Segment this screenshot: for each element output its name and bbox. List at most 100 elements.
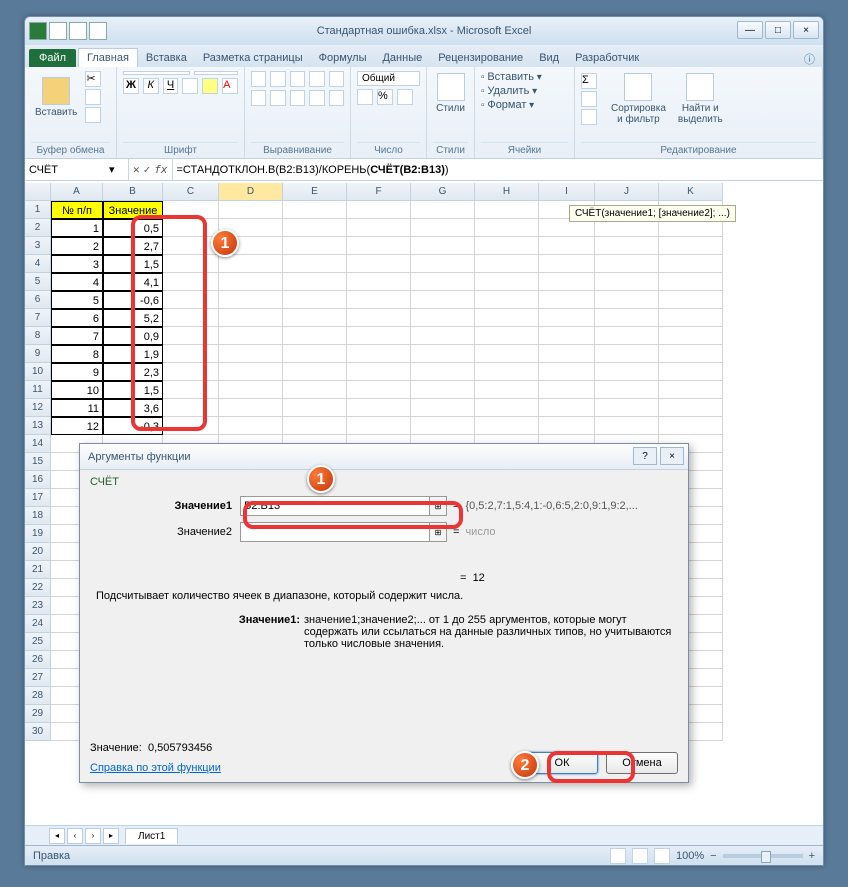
bold-button[interactable]: Ж bbox=[123, 78, 139, 94]
cell[interactable] bbox=[595, 291, 659, 309]
zoom-in-button[interactable]: + bbox=[809, 850, 815, 862]
paste-button[interactable]: Вставить bbox=[31, 75, 81, 120]
cell[interactable] bbox=[283, 417, 347, 435]
cell[interactable] bbox=[659, 327, 723, 345]
col-header-d[interactable]: D bbox=[219, 183, 283, 200]
cell[interactable] bbox=[659, 381, 723, 399]
row-header[interactable]: 2 bbox=[25, 219, 51, 237]
cell[interactable]: 11 bbox=[51, 399, 103, 417]
sheet-nav-first[interactable]: ◂ bbox=[49, 828, 65, 844]
cell[interactable] bbox=[659, 363, 723, 381]
row-header[interactable]: 22 bbox=[25, 579, 51, 597]
row-header[interactable]: 4 bbox=[25, 255, 51, 273]
cell[interactable] bbox=[595, 399, 659, 417]
row-header[interactable]: 9 bbox=[25, 345, 51, 363]
arg1-range-button[interactable]: ⊞ bbox=[429, 496, 447, 516]
cell[interactable] bbox=[659, 255, 723, 273]
cell[interactable] bbox=[347, 255, 411, 273]
row-header[interactable]: 16 bbox=[25, 471, 51, 489]
fill-color-icon[interactable] bbox=[202, 78, 218, 94]
cell[interactable]: 9 bbox=[51, 363, 103, 381]
sheet-nav-next[interactable]: › bbox=[85, 828, 101, 844]
view-break-icon[interactable] bbox=[654, 848, 670, 864]
cell[interactable]: 1 bbox=[51, 219, 103, 237]
cell[interactable]: 1,5 bbox=[103, 255, 163, 273]
save-icon[interactable] bbox=[49, 22, 67, 40]
row-header[interactable]: 28 bbox=[25, 687, 51, 705]
comma-icon[interactable] bbox=[397, 89, 413, 105]
cell[interactable] bbox=[475, 399, 539, 417]
col-header-i[interactable]: I bbox=[539, 183, 595, 200]
indent-inc-icon[interactable] bbox=[329, 90, 344, 106]
cell[interactable] bbox=[283, 309, 347, 327]
tab-formulas[interactable]: Формулы bbox=[311, 49, 375, 67]
redo-icon[interactable] bbox=[89, 22, 107, 40]
dialog-close-button[interactable]: × bbox=[660, 447, 684, 465]
cell[interactable] bbox=[475, 345, 539, 363]
font-name-dropdown[interactable] bbox=[123, 71, 190, 75]
cell[interactable] bbox=[219, 201, 283, 219]
cell[interactable] bbox=[475, 201, 539, 219]
namebox-dropdown-icon[interactable]: ▾ bbox=[109, 163, 115, 176]
cell[interactable]: -0,3 bbox=[103, 417, 163, 435]
cell[interactable] bbox=[475, 237, 539, 255]
cell[interactable] bbox=[659, 345, 723, 363]
cell[interactable] bbox=[219, 327, 283, 345]
cell[interactable]: Значение bbox=[103, 201, 163, 219]
cell[interactable] bbox=[163, 417, 219, 435]
cell[interactable] bbox=[163, 309, 219, 327]
cell[interactable] bbox=[595, 273, 659, 291]
col-header-k[interactable]: K bbox=[659, 183, 723, 200]
cell[interactable] bbox=[595, 255, 659, 273]
cell[interactable] bbox=[475, 273, 539, 291]
row-header[interactable]: 13 bbox=[25, 417, 51, 435]
cell[interactable] bbox=[411, 237, 475, 255]
cell[interactable] bbox=[163, 291, 219, 309]
fx-icon[interactable]: fx bbox=[154, 163, 167, 176]
format-cells-button[interactable]: ▫ Формат ▾ bbox=[481, 99, 568, 111]
maximize-button[interactable]: □ bbox=[765, 21, 791, 39]
cell[interactable] bbox=[475, 381, 539, 399]
cell[interactable] bbox=[163, 255, 219, 273]
row-header[interactable]: 19 bbox=[25, 525, 51, 543]
row-header[interactable]: 7 bbox=[25, 309, 51, 327]
cell[interactable] bbox=[539, 399, 595, 417]
cancel-formula-icon[interactable]: ✕ bbox=[133, 163, 140, 176]
cell[interactable] bbox=[347, 345, 411, 363]
row-header[interactable]: 5 bbox=[25, 273, 51, 291]
cell[interactable] bbox=[411, 345, 475, 363]
wrap-icon[interactable] bbox=[329, 71, 344, 87]
cell[interactable] bbox=[219, 363, 283, 381]
align-center-icon[interactable] bbox=[270, 90, 285, 106]
row-header[interactable]: 10 bbox=[25, 363, 51, 381]
enter-formula-icon[interactable]: ✓ bbox=[144, 163, 151, 176]
col-header-b[interactable]: B bbox=[103, 183, 163, 200]
delete-cells-button[interactable]: ▫ Удалить ▾ bbox=[481, 85, 568, 97]
cell[interactable] bbox=[539, 381, 595, 399]
row-header[interactable]: 24 bbox=[25, 615, 51, 633]
arg2-range-button[interactable]: ⊞ bbox=[429, 522, 447, 542]
row-header[interactable]: 26 bbox=[25, 651, 51, 669]
cell[interactable] bbox=[283, 201, 347, 219]
cell[interactable] bbox=[659, 309, 723, 327]
cell[interactable] bbox=[347, 219, 411, 237]
cell[interactable] bbox=[659, 399, 723, 417]
col-header-h[interactable]: H bbox=[475, 183, 539, 200]
row-header[interactable]: 17 bbox=[25, 489, 51, 507]
cell[interactable] bbox=[475, 291, 539, 309]
tab-home[interactable]: Главная bbox=[78, 48, 138, 67]
cell[interactable] bbox=[219, 381, 283, 399]
cell[interactable] bbox=[411, 309, 475, 327]
cell[interactable]: 4,1 bbox=[103, 273, 163, 291]
cell[interactable] bbox=[411, 327, 475, 345]
view-normal-icon[interactable] bbox=[610, 848, 626, 864]
cell[interactable]: 8 bbox=[51, 345, 103, 363]
tab-data[interactable]: Данные bbox=[374, 49, 430, 67]
cell[interactable] bbox=[411, 363, 475, 381]
format-painter-icon[interactable] bbox=[85, 107, 101, 123]
row-header[interactable]: 6 bbox=[25, 291, 51, 309]
undo-icon[interactable] bbox=[69, 22, 87, 40]
row-header[interactable]: 29 bbox=[25, 705, 51, 723]
tab-page-layout[interactable]: Разметка страницы bbox=[195, 49, 311, 67]
cell[interactable] bbox=[347, 381, 411, 399]
